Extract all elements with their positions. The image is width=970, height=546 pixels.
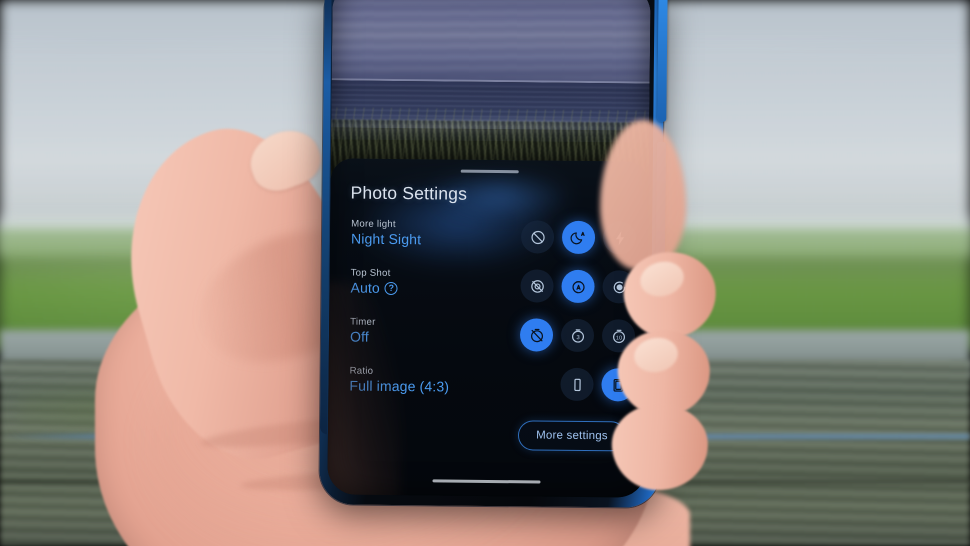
viewfinder-clouds <box>330 0 651 80</box>
power-button[interactable] <box>657 0 668 122</box>
row-value: Full image (4:3) <box>349 378 449 395</box>
row-label: Top Shot <box>350 267 391 279</box>
screenshot-stage: Photo Settings More light Night Sight To… <box>0 0 970 546</box>
help-icon[interactable]: ? <box>384 281 398 295</box>
row-label: Timer <box>350 316 376 328</box>
navigation-gesture-bar[interactable] <box>432 478 541 484</box>
camera-viewfinder[interactable] <box>330 0 651 182</box>
setting-row-timer: Timer Off 3 10 <box>329 314 647 366</box>
more-settings-button[interactable]: More settings <box>517 420 627 452</box>
row-options <box>520 269 636 304</box>
timer-off-icon[interactable] <box>519 318 554 352</box>
row-value-text: Auto <box>350 279 381 296</box>
svg-text:10: 10 <box>615 335 621 341</box>
row-value: Off <box>350 329 369 345</box>
setting-row-top-shot: Top Shot Auto ? <box>329 265 647 317</box>
row-value-text: Off <box>349 328 369 345</box>
night-sight-auto-moon-icon[interactable] <box>561 220 596 255</box>
top-shot-off-icon[interactable] <box>520 269 554 303</box>
row-value-text: Night Sight <box>350 230 422 248</box>
panel-drag-handle[interactable] <box>460 169 519 174</box>
settings-rows: More light Night Sight Top Shot Auto ? T… <box>328 216 648 415</box>
row-value: Night Sight <box>351 231 421 248</box>
top-shot-auto-icon[interactable] <box>561 269 595 304</box>
row-value: Auto ? <box>350 280 398 296</box>
ratio-16-9-icon[interactable] <box>560 367 594 402</box>
phone-screen: Photo Settings More light Night Sight To… <box>327 0 651 498</box>
row-label: Ratio <box>349 365 374 377</box>
svg-text:3: 3 <box>576 335 580 341</box>
page-title: Photo Settings <box>350 182 468 204</box>
row-options: 3 10 <box>519 318 636 353</box>
row-value-text: Full image (4:3) <box>349 377 450 395</box>
timer-3s-icon[interactable]: 3 <box>560 318 595 353</box>
no-light-off-icon[interactable] <box>520 220 555 254</box>
setting-row-ratio: Ratio Full image (4:3) <box>328 363 646 415</box>
row-label: More light <box>351 218 396 230</box>
